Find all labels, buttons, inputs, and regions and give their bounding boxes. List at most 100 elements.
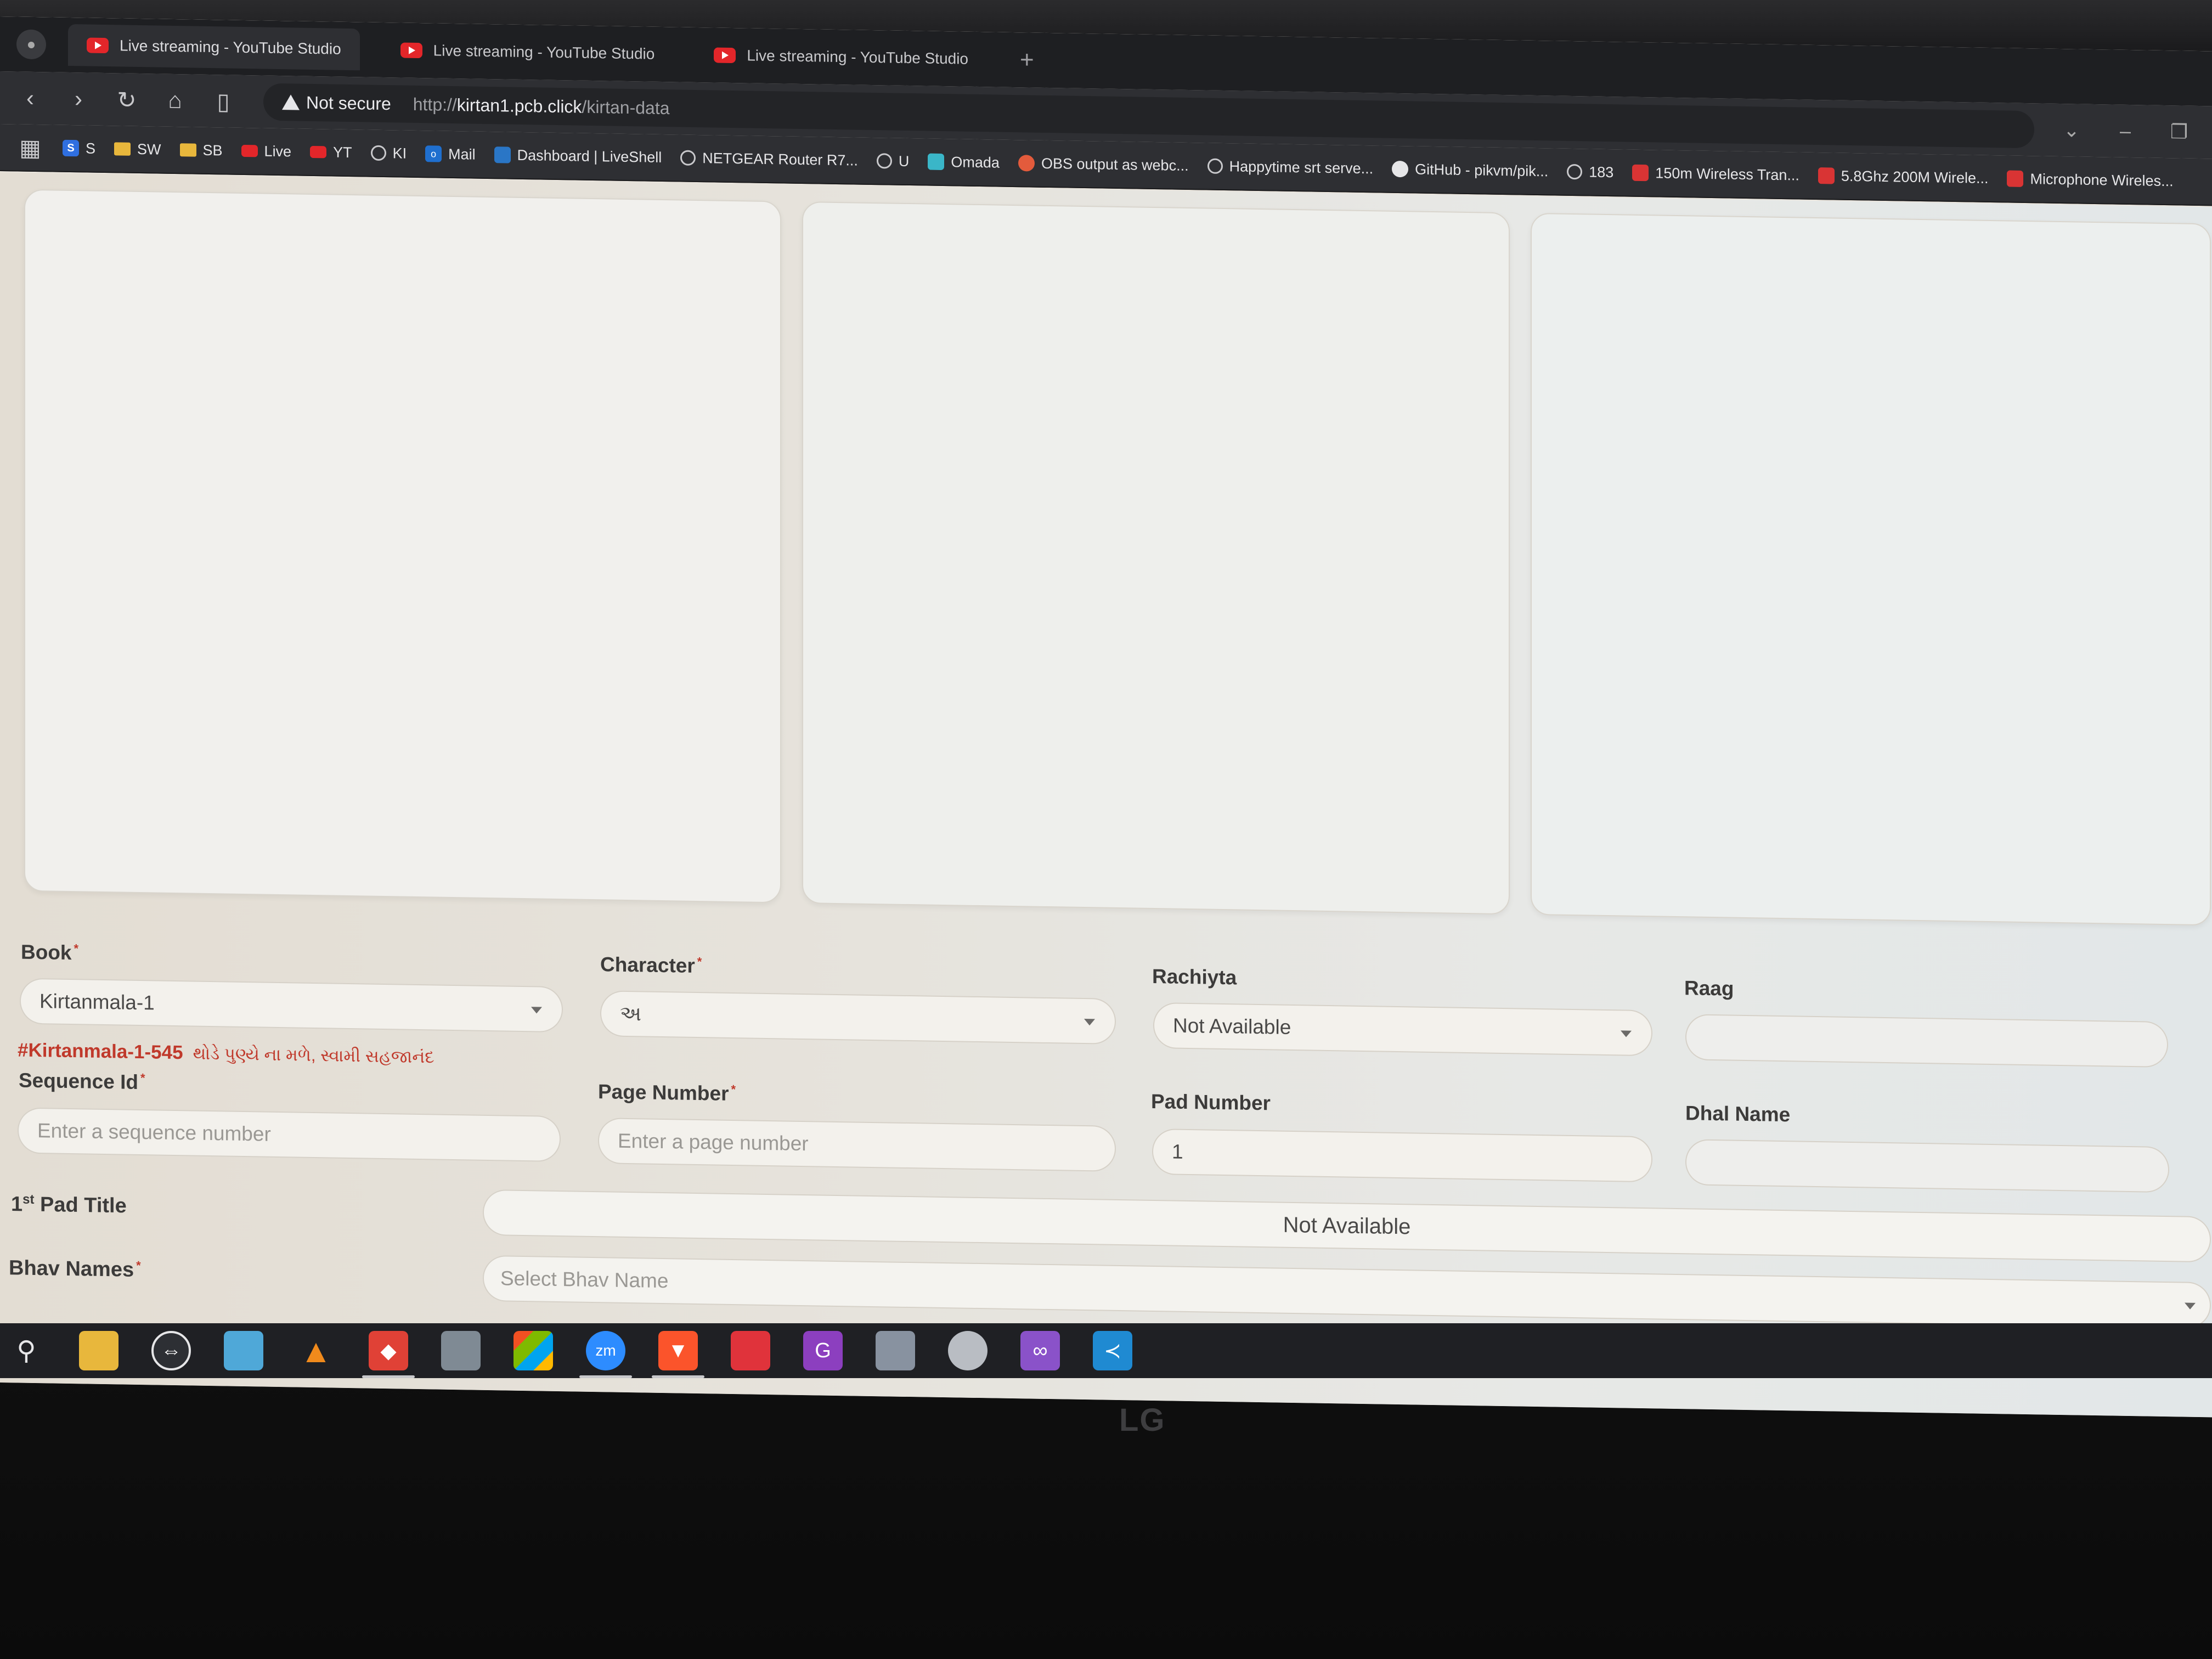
search-icon[interactable]: ⚲	[7, 1331, 46, 1370]
bookmark-item[interactable]: Microphone Wireles...	[2007, 170, 2174, 190]
bookmark-item[interactable]: KI	[370, 144, 407, 162]
vscode-icon[interactable]: ≺	[1093, 1331, 1132, 1370]
bookmark-item[interactable]: U	[876, 153, 909, 170]
url-prefix: http://	[413, 94, 457, 115]
globe-icon	[370, 145, 386, 161]
bookmark-label: Happytime srt serve...	[1229, 157, 1374, 177]
zoom-label: zm	[595, 1342, 616, 1359]
browser-tab[interactable]: Live streaming - YouTube Studio	[68, 24, 360, 71]
remote-desktop-icon[interactable]	[441, 1331, 481, 1370]
pad-number-label: Pad Number	[1151, 1090, 1271, 1115]
rachiyta-label: Rachiyta	[1152, 965, 1237, 989]
image-preview-panel	[1531, 212, 2211, 926]
dhal-name-input[interactable]	[1685, 1139, 2169, 1193]
omada-icon	[928, 153, 945, 171]
profile-icon[interactable]: ●	[16, 29, 46, 60]
bookmark-item[interactable]: 5.8Ghz 200M Wirele...	[1818, 167, 1988, 187]
pad-number-input[interactable]: 1	[1152, 1128, 1652, 1183]
bookmark-item[interactable]: SB	[179, 142, 223, 159]
anydesk-icon[interactable]: ◆	[362, 1331, 415, 1378]
sequence-id-input[interactable]: Enter a sequence number	[18, 1107, 561, 1163]
raag-input[interactable]	[1685, 1014, 2168, 1068]
dashboard-icon	[494, 146, 511, 163]
rachiyta-select[interactable]: Not Available	[1153, 1002, 1652, 1057]
reload-icon[interactable]: ↻	[113, 86, 140, 114]
bookmark-item[interactable]: o Mail	[425, 145, 476, 163]
windows-taskbar: ⚲ ⇔ ▲ ◆ zm ▼ G ∞ ≺	[0, 1323, 2212, 1378]
vpn-icon[interactable]	[948, 1331, 988, 1370]
security-indicator[interactable]: Not secure	[282, 92, 391, 114]
apps-grid-icon[interactable]: ▦	[16, 134, 44, 161]
file-explorer-icon[interactable]	[79, 1331, 119, 1370]
bookmark-item[interactable]: Live	[241, 142, 292, 160]
teamviewer-icon[interactable]: ⇔	[151, 1331, 191, 1370]
bhav-names-select[interactable]: Select Bhav Name	[483, 1255, 2211, 1329]
book-select[interactable]: Kirtanmala-1	[20, 978, 563, 1033]
globe-icon	[680, 150, 696, 166]
kirtan-data-page: Book * Kirtanmala-1 Character * અ Rachiyta…	[0, 172, 2212, 1418]
label-text: Character	[600, 953, 695, 977]
bookmark-icon[interactable]: ▯	[210, 88, 237, 115]
notepad-icon[interactable]	[224, 1331, 263, 1370]
obs-icon	[1018, 155, 1035, 172]
chevron-down-icon[interactable]: ⌄	[2055, 119, 2088, 142]
bhav-names-placeholder: Select Bhav Name	[500, 1267, 669, 1293]
restore-icon[interactable]: ❐	[2163, 120, 2196, 144]
dhal-name-label: Dhal Name	[1685, 1102, 1790, 1126]
zoom-icon[interactable]: zm	[579, 1331, 632, 1378]
bookmark-item[interactable]: 150m Wireless Tran...	[1632, 164, 1799, 184]
brave-icon[interactable]: ▼	[652, 1331, 704, 1378]
bookmark-item[interactable]: Omada	[928, 153, 1000, 171]
bhav-names-label: Bhav Names *	[9, 1256, 141, 1282]
browser-tab[interactable]: Live streaming - YouTube Studio	[382, 29, 674, 75]
shop-icon	[1632, 164, 1649, 182]
happytime-icon	[1207, 158, 1223, 174]
bookmark-label: SB	[202, 142, 223, 159]
tab-title: Live streaming - YouTube Studio	[120, 37, 341, 58]
visual-studio-icon[interactable]: ∞	[1020, 1331, 1060, 1370]
browser-tab[interactable]: Live streaming - YouTube Studio	[695, 34, 987, 80]
forward-icon[interactable]: ›	[65, 86, 92, 112]
book-value: Kirtanmala-1	[40, 990, 155, 1014]
youtube-icon	[400, 42, 422, 59]
screen: ● Live streaming - YouTube Studio Live s…	[0, 16, 2212, 1418]
youtube-icon	[241, 144, 258, 157]
image-preview-panel	[24, 189, 781, 904]
page-number-placeholder: Enter a page number	[618, 1129, 809, 1155]
minimize-icon[interactable]: –	[2109, 119, 2142, 143]
bookmark-label: Live	[264, 143, 292, 160]
bookmark-item[interactable]: 183	[1567, 163, 1613, 180]
bookmark-item[interactable]: NETGEAR Router R7...	[680, 149, 858, 169]
label-text: Sequence Id	[19, 1069, 138, 1093]
back-icon[interactable]: ‹	[16, 84, 44, 111]
url-text[interactable]: http://kirtan1.pcb.click/kirtan-data	[413, 94, 670, 118]
page-number-input[interactable]: Enter a page number	[598, 1118, 1116, 1172]
kirtan-first-line: થોડે પુણ્યે ના મળે, સ્વામી સહજાનંદ	[193, 1043, 435, 1067]
youtube-icon	[87, 37, 109, 54]
bookmark-item[interactable]: YT	[310, 143, 352, 161]
required-mark: *	[731, 1082, 736, 1097]
bookmark-item[interactable]: Happytime srt serve...	[1207, 157, 1374, 177]
microsoft-store-icon[interactable]	[514, 1331, 553, 1370]
sequence-id-placeholder: Enter a sequence number	[37, 1119, 271, 1146]
pdf-gear-icon[interactable]: G	[803, 1331, 843, 1370]
bookmark-item[interactable]: OBS output as webc...	[1018, 155, 1189, 174]
bookmark-item[interactable]: SW	[114, 140, 161, 158]
vlc-icon[interactable]: ▲	[296, 1331, 336, 1370]
bookmark-item[interactable]: GitHub - pikvm/pik...	[1392, 160, 1548, 179]
home-icon[interactable]: ⌂	[161, 87, 189, 114]
label-text: Pad Title	[40, 1193, 127, 1218]
network-icon	[1567, 163, 1583, 180]
pad-number-value: 1	[1172, 1140, 1183, 1163]
bookmark-label: Mail	[448, 145, 476, 163]
required-mark: *	[140, 1071, 145, 1085]
label-text: Bhav Names	[9, 1256, 134, 1282]
character-select[interactable]: અ	[600, 990, 1116, 1045]
label-superscript: st	[22, 1192, 35, 1207]
network-icon[interactable]	[876, 1331, 915, 1370]
pdf-icon[interactable]	[731, 1331, 770, 1370]
new-tab-button[interactable]: +	[1009, 46, 1045, 74]
bookmark-item[interactable]: Dashboard | LiveShell	[494, 146, 662, 166]
bookmark-item[interactable]: SS	[63, 139, 95, 157]
folder-icon	[114, 142, 131, 156]
